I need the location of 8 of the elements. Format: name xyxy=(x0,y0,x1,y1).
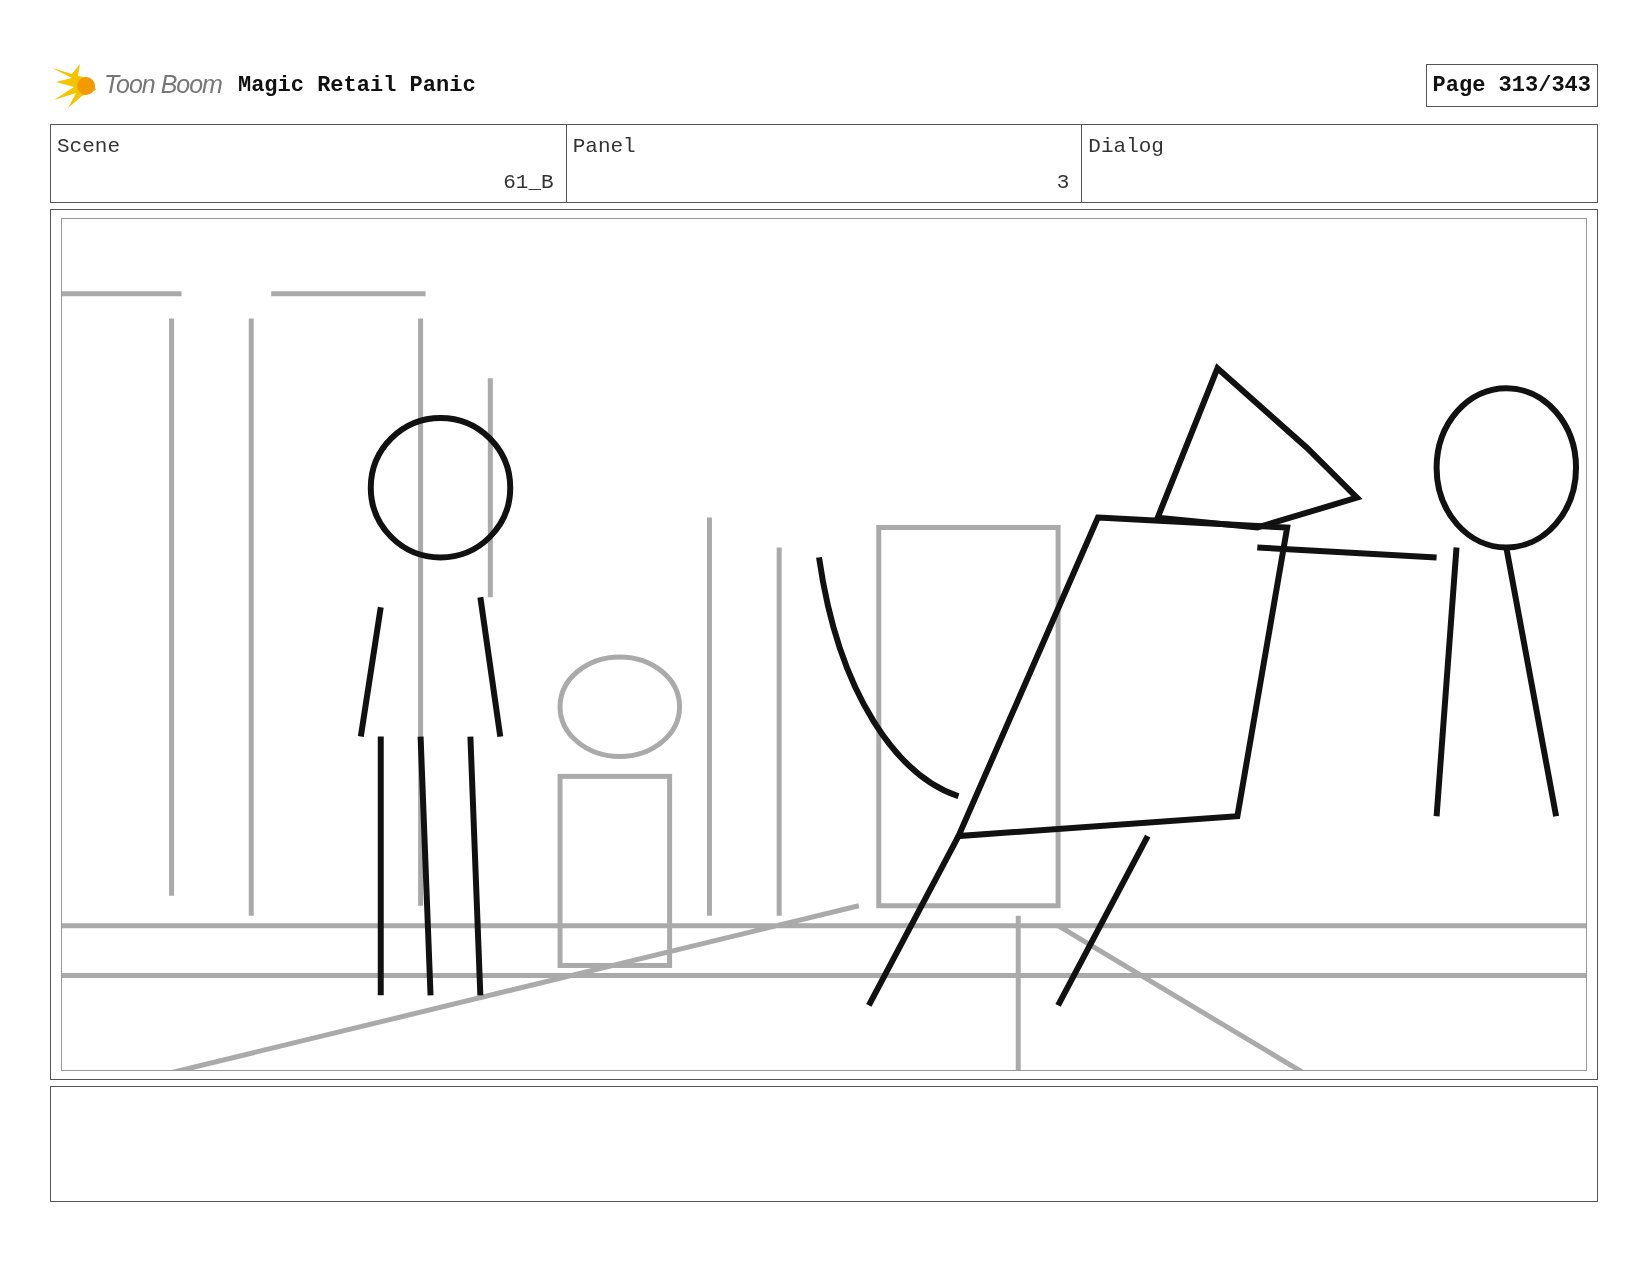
field-label: Panel xyxy=(572,134,637,160)
field-label: Scene xyxy=(57,134,121,160)
page-number: Page 313/343 xyxy=(1425,63,1598,107)
field-value: 61_B xyxy=(503,169,554,196)
logo-text: Toon Boom xyxy=(104,69,222,101)
field-value: 3 xyxy=(1056,169,1070,196)
storyboard-title: Magic Retail Panic xyxy=(237,71,476,100)
field-label: Dialog xyxy=(1088,134,1165,160)
